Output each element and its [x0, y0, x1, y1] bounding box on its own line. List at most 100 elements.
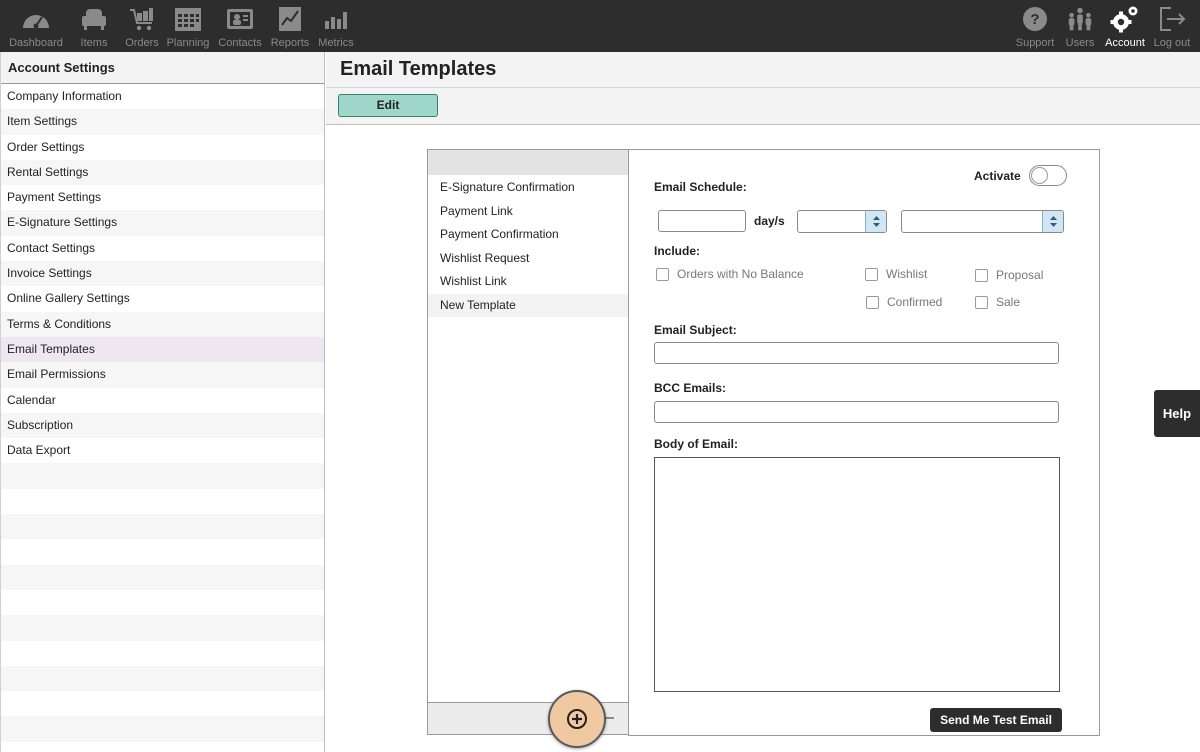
sidebar-item-invoice-settings[interactable]: Invoice Settings [1, 261, 324, 287]
nav-label: Support [1015, 37, 1055, 49]
svg-text:?: ? [1030, 11, 1039, 28]
sidebar-item-item-settings[interactable]: Item Settings [1, 109, 324, 135]
reports-chart-icon [275, 4, 305, 34]
sidebar-title: Account Settings [1, 52, 324, 84]
help-tab-button[interactable]: Help [1154, 390, 1200, 437]
bcc-emails-label: BCC Emails: [654, 381, 727, 395]
template-list-panel: E-Signature Confirmation Payment Link Pa… [427, 149, 629, 735]
sidebar-item-data-export[interactable]: Data Export [1, 438, 324, 463]
sidebar-item-email-templates[interactable]: Email Templates [1, 336, 324, 363]
checkbox-box [975, 268, 988, 282]
template-item-wishlist-link[interactable]: Wishlist Link [428, 270, 628, 294]
toggle-knob [1031, 167, 1048, 184]
nav-label: Reports [270, 37, 310, 49]
nav-orders[interactable]: Orders [124, 0, 160, 52]
checkbox-label: Sale [996, 295, 1021, 309]
nav-dashboard[interactable]: Dashboard [8, 0, 64, 52]
checkbox-sale[interactable]: Sale [975, 295, 1020, 309]
send-test-email-button[interactable]: Send Me Test Email [930, 708, 1062, 732]
email-schedule-label: Email Schedule: [654, 180, 747, 194]
body-of-email-label: Body of Email: [654, 437, 739, 451]
schedule-select-event[interactable] [901, 210, 1064, 233]
schedule-select-timing[interactable] [797, 210, 887, 233]
sidebar-empty-row [1, 539, 324, 564]
nav-contacts[interactable]: Contacts [217, 0, 263, 52]
checkbox-label: Confirmed [887, 295, 943, 309]
nav-logout[interactable]: Log out [1152, 0, 1192, 52]
template-editor-form: Activate Email Schedule: day/s Include: … [628, 149, 1100, 736]
checkbox-wishlist[interactable]: Wishlist [865, 267, 927, 281]
sidebar-item-online-gallery-settings[interactable]: Online Gallery Settings [1, 286, 324, 311]
nav-label: Planning [166, 37, 210, 49]
nav-metrics[interactable]: Metrics [316, 0, 356, 52]
nav-account[interactable]: Account [1104, 0, 1146, 52]
template-item-payment-link[interactable]: Payment Link [428, 200, 628, 224]
sidebar-item-email-permissions[interactable]: Email Permissions [1, 362, 324, 388]
checkbox-box [865, 267, 878, 281]
template-item-wishlist-request[interactable]: Wishlist Request [428, 247, 628, 271]
planning-calendar-icon [173, 4, 203, 34]
include-label: Include: [654, 244, 701, 258]
nav-label: Contacts [218, 37, 262, 49]
logout-arrow-icon [1157, 4, 1187, 34]
email-body-textarea[interactable] [654, 457, 1060, 692]
sidebar-empty-row [1, 742, 324, 752]
metrics-bars-icon [321, 4, 351, 34]
dashboard-gauge-icon [21, 4, 51, 34]
activate-label: Activate [974, 169, 1021, 183]
schedule-days-input[interactable] [658, 210, 746, 232]
sidebar-item-calendar[interactable]: Calendar [1, 388, 324, 413]
sidebar-empty-row [1, 641, 324, 666]
nav-label: Metrics [318, 37, 354, 49]
checkbox-orders-no-balance[interactable]: Orders with No Balance [656, 267, 804, 281]
sidebar-empty-row [1, 716, 324, 742]
add-template-button[interactable] [548, 690, 606, 748]
top-navigation-bar: Dashboard Items Orders Planning Contacts… [0, 0, 1200, 52]
sidebar-item-terms-conditions[interactable]: Terms & Conditions [1, 311, 324, 337]
checkbox-box [975, 295, 988, 309]
sidebar-empty-row [1, 615, 324, 641]
checkbox-proposal[interactable]: Proposal [975, 268, 1043, 282]
sidebar-empty-row [1, 665, 324, 692]
nav-items[interactable]: Items [76, 0, 112, 52]
account-gears-icon [1110, 4, 1140, 34]
checkbox-confirmed[interactable]: Confirmed [866, 295, 942, 309]
sidebar-empty-row [1, 463, 324, 489]
email-subject-input[interactable] [654, 342, 1059, 364]
support-question-icon: ? [1020, 4, 1050, 34]
nav-planning[interactable]: Planning [166, 0, 210, 52]
activate-toggle[interactable] [1029, 165, 1067, 186]
sidebar-empty-row [1, 489, 324, 514]
updown-arrows-icon [865, 211, 886, 232]
checkbox-label: Wishlist [886, 267, 928, 281]
nav-label: Items [80, 37, 108, 49]
sidebar-item-esignature-settings[interactable]: E-Signature Settings [1, 210, 324, 236]
nav-reports[interactable]: Reports [270, 0, 310, 52]
orders-cart-icon [127, 4, 157, 34]
nav-label: Account [1105, 37, 1145, 49]
sidebar-item-company-information[interactable]: Company Information [1, 84, 324, 109]
template-item-new-template[interactable]: New Template [428, 293, 628, 317]
bcc-emails-input[interactable] [654, 401, 1059, 423]
nav-users[interactable]: Users [1062, 0, 1098, 52]
sidebar-item-subscription[interactable]: Subscription [1, 412, 324, 439]
checkbox-box [656, 267, 669, 281]
main-toolbar: Edit [326, 88, 1200, 125]
template-item-payment-confirmation[interactable]: Payment Confirmation [428, 223, 628, 247]
account-settings-sidebar: Account Settings Company Information Ite… [0, 52, 325, 752]
contacts-card-icon [225, 4, 255, 34]
sidebar-item-contact-settings[interactable]: Contact Settings [1, 236, 324, 261]
edit-button[interactable]: Edit [338, 94, 438, 117]
sidebar-empty-row [1, 691, 324, 716]
template-item-esignature-confirmation[interactable]: E-Signature Confirmation [428, 176, 628, 200]
sidebar-item-order-settings[interactable]: Order Settings [1, 135, 324, 160]
days-unit-label: day/s [754, 214, 785, 228]
main-header: Email Templates [326, 52, 1200, 88]
sidebar-item-rental-settings[interactable]: Rental Settings [1, 159, 324, 186]
email-subject-label: Email Subject: [654, 323, 737, 337]
template-list-header [428, 150, 628, 175]
sidebar-item-payment-settings[interactable]: Payment Settings [1, 185, 324, 210]
updown-arrows-icon [1042, 211, 1063, 232]
users-group-icon [1065, 4, 1095, 34]
nav-support[interactable]: ? Support [1014, 0, 1056, 52]
